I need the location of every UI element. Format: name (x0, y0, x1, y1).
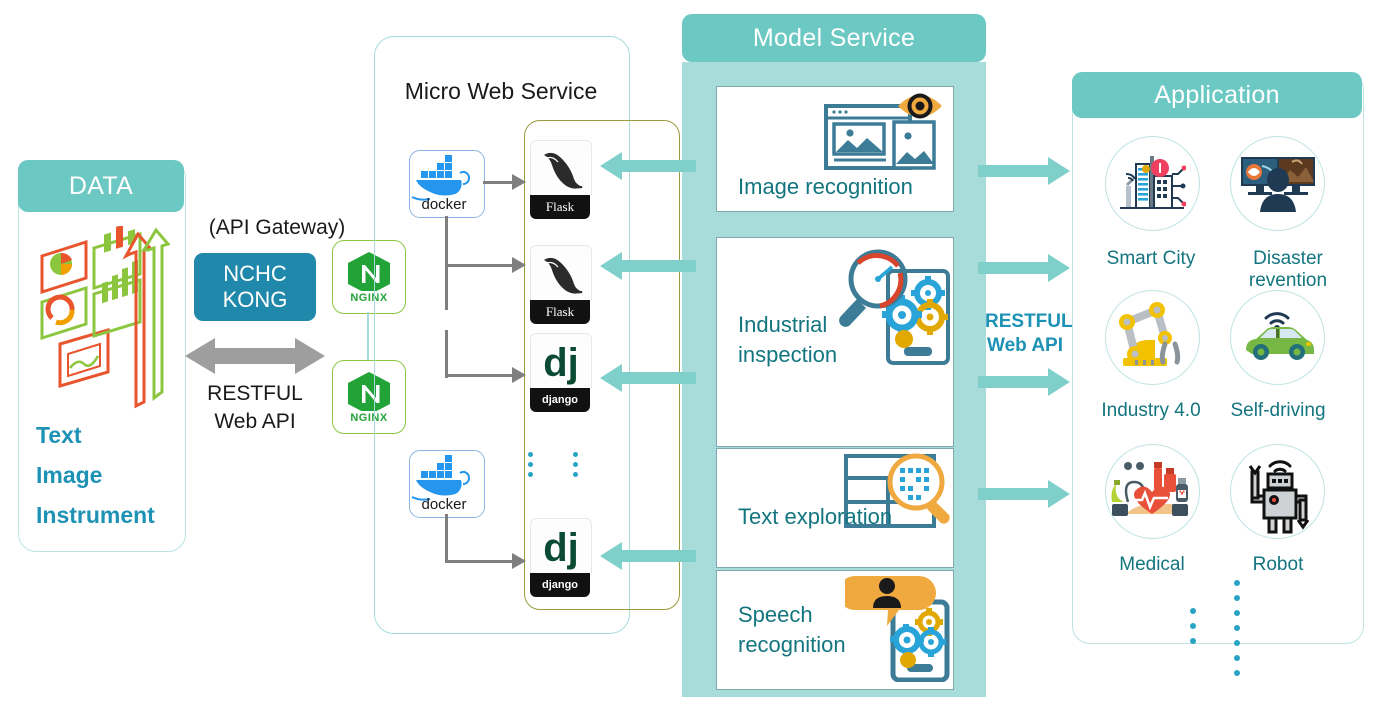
svg-text:dj: dj (543, 526, 579, 570)
medical-heart-icon (1111, 462, 1188, 516)
restful-web-api-label-left: RESTFUL Web API (185, 380, 325, 436)
kong-line-1: NCHC (223, 261, 287, 286)
application-ellipsis-right (1234, 580, 1240, 676)
smart-city-icon (1120, 156, 1186, 209)
docker-connector-4 (445, 560, 519, 563)
robot-icon (1248, 460, 1310, 534)
arrow-head-icon (512, 367, 526, 383)
data-item-text: Text (36, 422, 82, 448)
model-card-label-2: Industrial inspection (738, 312, 838, 367)
framework-box-flask-2[interactable]: Flask (530, 245, 592, 324)
application-header: Application (1072, 72, 1362, 118)
flask-label-2: Flask (530, 300, 590, 324)
arrow-head-icon (512, 174, 526, 190)
app-label-disaster: Disaster revention (1248, 248, 1328, 291)
framework-box-django-1[interactable]: dj django (530, 333, 592, 412)
restful-left-line2: Web API (214, 410, 296, 433)
svg-text:dj: dj (543, 341, 579, 385)
restful-left-line1: RESTFUL (207, 382, 303, 405)
application-ellipsis-left (1190, 608, 1196, 644)
micro-service-ellipsis-left (528, 452, 533, 477)
arrow-head-icon (512, 553, 526, 569)
arrow-model-to-app-4 (978, 480, 1070, 508)
nchc-kong-box[interactable]: NCHC KONG (194, 253, 316, 321)
double-arrow-icon (185, 338, 325, 374)
docker-vertical-line-2 (445, 330, 448, 378)
flask-logo-icon (530, 140, 592, 195)
docker-whale-icon: docker (411, 455, 471, 513)
django-logo-icon: dj (530, 333, 592, 388)
arrow-head-icon (512, 257, 526, 273)
docker-connector-2 (445, 264, 519, 267)
nginx-connector-line (367, 312, 369, 360)
docker-box-2[interactable]: docker (409, 450, 485, 518)
data-panel-header: DATA (18, 160, 184, 212)
framework-box-django-2[interactable]: dj django (530, 518, 592, 597)
docker-vertical-line-3 (445, 514, 448, 562)
restful-right-line1: RESTFUL (985, 311, 1073, 332)
docker-box-1[interactable]: docker (409, 150, 485, 218)
micro-web-service-title: Micro Web Service (404, 78, 598, 104)
flask-logo-icon (530, 245, 592, 300)
django-label-2: django (530, 573, 590, 597)
api-gateway-caption: (API Gateway) (208, 216, 346, 239)
robot-arm-icon (1119, 302, 1181, 366)
image-recognition-icon (824, 93, 942, 170)
svg-text:docker: docker (421, 496, 466, 513)
model-card-label-4: Speech recognition (738, 602, 846, 657)
flask-label-1: Flask (530, 195, 590, 219)
restful-web-api-label-right: RESTFUL Web API (985, 310, 1073, 358)
arrow-model-to-app-1 (978, 157, 1070, 185)
docker-whale-icon: docker (411, 155, 471, 213)
model-card-label-1: Image recognition (738, 174, 913, 199)
app-label-robot: Robot (1252, 554, 1304, 575)
data-charts-icon (40, 226, 171, 409)
app-label-medical: Medical (1119, 554, 1185, 575)
app-label-industry: Industry 4.0 (1101, 400, 1201, 421)
svg-text:docker: docker (421, 196, 466, 213)
micro-service-ellipsis-right (573, 452, 578, 477)
arrow-model-to-micro-2 (600, 252, 696, 280)
disaster-monitor-icon (1241, 157, 1315, 212)
arrow-model-to-micro-4 (600, 542, 696, 570)
app-label-self-driving: Self-driving (1230, 400, 1326, 421)
django-label-1: django (530, 388, 590, 412)
arrow-model-to-micro-1 (600, 152, 696, 180)
docker-connector-3 (445, 374, 519, 377)
framework-box-flask-1[interactable]: Flask (530, 140, 592, 219)
data-item-image: Image (36, 462, 103, 488)
django-logo-icon: dj (530, 518, 592, 573)
docker-vertical-line-1 (445, 216, 448, 310)
model-service-header: Model Service (682, 14, 986, 62)
arrow-model-to-app-2 (978, 254, 1070, 282)
connected-car-icon (1246, 312, 1314, 360)
restful-right-line2: Web API (986, 335, 1063, 356)
arrow-model-to-app-3 (978, 368, 1070, 396)
model-card-label-3: Text exploration (738, 504, 893, 529)
app-label-smart-city: Smart City (1106, 248, 1196, 269)
arrow-model-to-micro-3 (600, 364, 696, 392)
kong-line-2: KONG (222, 287, 288, 312)
data-item-instrument: Instrument (36, 502, 155, 528)
